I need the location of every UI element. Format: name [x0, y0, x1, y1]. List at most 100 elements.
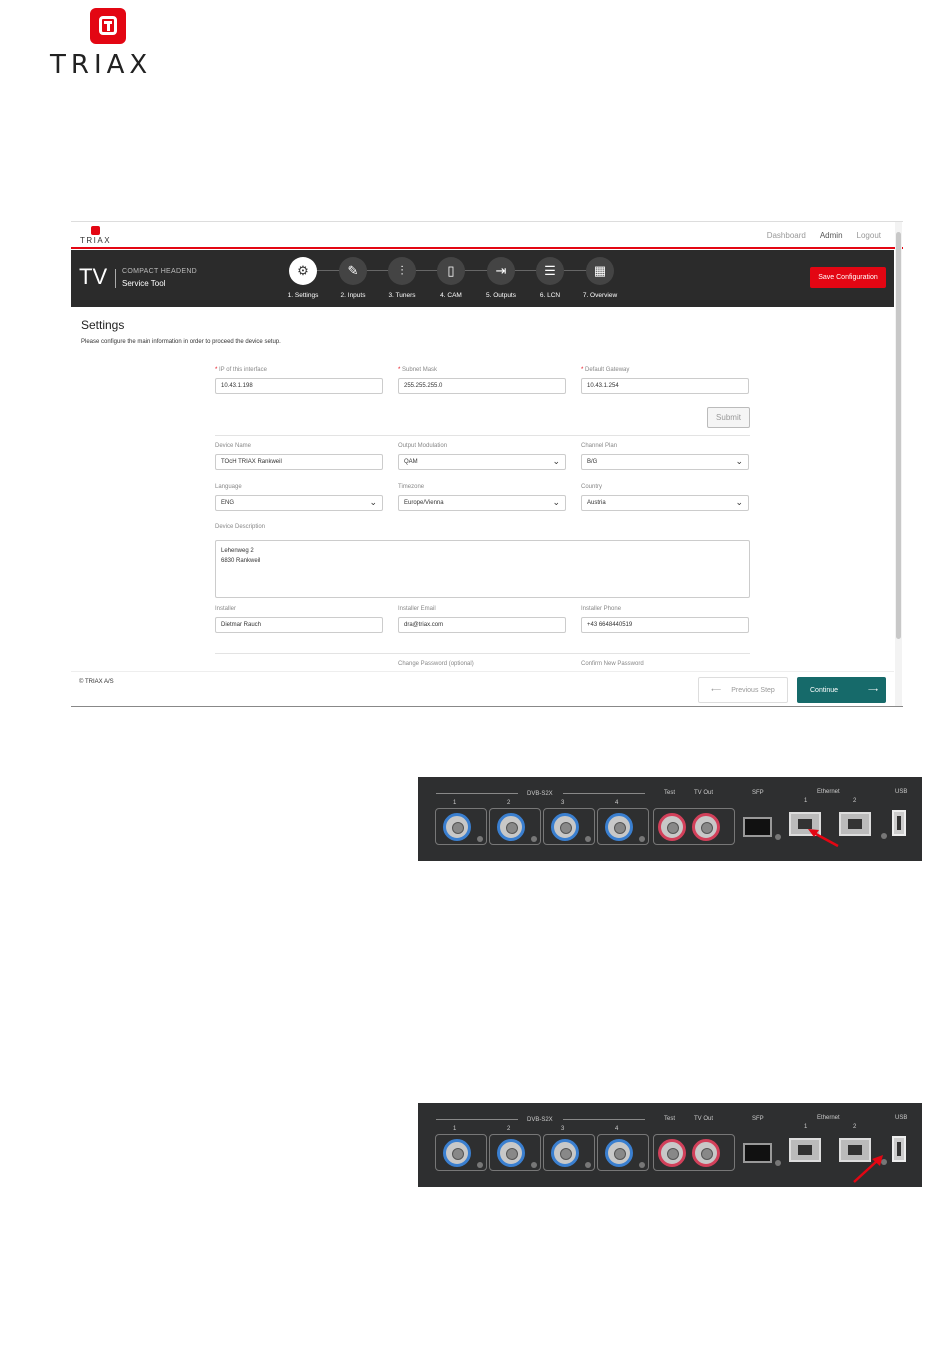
timezone-label: Timezone [398, 484, 425, 490]
product-tv-label: TV [79, 264, 108, 289]
step-outputs[interactable]: ⇥ 5. Outputs [476, 257, 526, 299]
app-header: TV COMPACT HEADEND Service Tool ⚙ 1. Set… [71, 250, 894, 307]
step-lcn[interactable]: ☰ 6. LCN [525, 257, 575, 299]
list-icon: ☰ [536, 257, 564, 285]
step-cam[interactable]: ▯ 4. CAM [426, 257, 476, 299]
dvb-connector [605, 1139, 633, 1167]
port-label: 3 [561, 1126, 565, 1132]
port-label: 4 [615, 800, 619, 806]
dvb-connector [497, 813, 525, 841]
device-panel-usb: DVB-S2X 1 2 3 4 Test TV Out SFP Ethernet… [418, 1103, 922, 1187]
modulation-select[interactable]: QAM [398, 454, 566, 470]
product-name: Service Tool [122, 279, 166, 288]
step-inputs[interactable]: ✎ 2. Inputs [328, 257, 378, 299]
step-label: 1. Settings [287, 292, 319, 299]
gateway-field: * Default Gateway 10.43.1.254 [581, 367, 749, 394]
service-tool-screenshot: TRIAX Dashboard Admin Logout TV COMPACT … [71, 221, 903, 707]
wizard-steps: ⚙ 1. Settings ✎ 2. Inputs ⫶ 3. Tuners ▯ … [283, 257, 623, 305]
ethernet-label: Ethernet [817, 1115, 840, 1121]
port-label: 3 [561, 800, 565, 806]
installer-phone-input[interactable]: +43 6648440519 [581, 617, 749, 633]
top-nav: Dashboard Admin Logout [767, 231, 881, 240]
previous-step-label: Previous Step [731, 686, 775, 694]
step-label: 3. Tuners [388, 292, 416, 299]
language-select[interactable]: ENG [215, 495, 383, 511]
port-label: 1 [453, 1126, 457, 1132]
installer-field: Installer Dietmar Rauch [215, 606, 383, 633]
subnet-field: * Subnet Mask 255.255.255.0 [398, 367, 566, 394]
ip-input[interactable]: 10.43.1.198 [215, 378, 383, 394]
step-label: 6. LCN [539, 292, 561, 299]
plug-icon: ✎ [339, 257, 367, 285]
country-field: Country Austria [581, 484, 749, 511]
dvb-label: DVB-S2X [527, 791, 553, 797]
language-field: Language ENG [215, 484, 383, 511]
eth-port-label: 1 [804, 1124, 808, 1130]
triax-wordmark: TRIAX [50, 50, 153, 80]
grid-icon: ▦ [586, 257, 614, 285]
eth-port-label: 2 [853, 798, 857, 804]
led [585, 836, 591, 842]
logout-link[interactable]: Logout [857, 231, 881, 240]
dvb-connector [551, 1139, 579, 1167]
save-configuration-button[interactable]: Save Configuration [810, 267, 886, 288]
dvb-line-right [563, 1119, 645, 1120]
description-line: Lehenweg 2 [221, 548, 254, 554]
subnet-input[interactable]: 255.255.255.0 [398, 378, 566, 394]
modulation-field: Output Modulation QAM [398, 443, 566, 470]
step-overview[interactable]: ▦ 7. Overview [575, 257, 625, 299]
led [477, 836, 483, 842]
installer-phone-label: Installer Phone [581, 606, 622, 612]
led [477, 1162, 483, 1168]
port-label: 1 [453, 800, 457, 806]
gateway-label: Default Gateway [585, 367, 630, 373]
description-field: Device Description [215, 524, 750, 535]
description-textarea[interactable]: Lehenweg 2 6830 Rankweil [215, 540, 750, 598]
installer-email-field: Installer Email dra@triax.com [398, 606, 566, 633]
previous-step-button[interactable]: ⟵ Previous Step [698, 677, 788, 703]
port-label: 4 [615, 1126, 619, 1132]
header-divider [115, 269, 116, 288]
app-logo[interactable]: TRIAX [80, 226, 114, 246]
eth-port-label: 1 [804, 798, 808, 804]
usb-label: USB [895, 789, 908, 795]
page-title: Settings [81, 318, 125, 332]
country-select[interactable]: Austria [581, 495, 749, 511]
channel-plan-label: Channel Plan [581, 443, 618, 449]
device-panel-ethernet: DVB-S2X 1 2 3 4 Test TV Out SFP Ethernet… [418, 777, 922, 861]
port-label: 2 [507, 1126, 511, 1132]
continue-label: Continue [810, 686, 839, 694]
led [585, 1162, 591, 1168]
product-subtitle: COMPACT HEADEND [122, 268, 198, 275]
usb-label: USB [895, 1115, 908, 1121]
continue-button[interactable]: Continue ⟶ [797, 677, 886, 703]
dvb-label: DVB-S2X [527, 1117, 553, 1123]
ip-label: IP of this interface [219, 367, 267, 373]
dvb-connector [497, 1139, 525, 1167]
scrollbar[interactable] [895, 222, 902, 706]
channel-plan-select[interactable]: B/G [581, 454, 749, 470]
admin-link[interactable]: Admin [820, 231, 843, 240]
dvb-line-right [563, 793, 645, 794]
device-name-input[interactable]: TOcH TRIAX Rankweil [215, 454, 383, 470]
red-arrow-icon [853, 1155, 883, 1183]
step-settings[interactable]: ⚙ 1. Settings [278, 257, 328, 299]
timezone-field: Timezone Europe/Vienna [398, 484, 566, 511]
sfp-label: SFP [752, 1116, 764, 1122]
led [775, 1160, 781, 1166]
step-tuners[interactable]: ⫶ 3. Tuners [377, 257, 427, 299]
arrow-right-icon: ⟶ [867, 687, 878, 694]
app-logo-mark [91, 226, 100, 235]
gateway-input[interactable]: 10.43.1.254 [581, 378, 749, 394]
installer-email-input[interactable]: dra@triax.com [398, 617, 566, 633]
timezone-select[interactable]: Europe/Vienna [398, 495, 566, 511]
app-logo-word: TRIAX [80, 236, 112, 245]
usb-port [892, 810, 906, 836]
submit-button[interactable]: Submit [707, 407, 750, 428]
app-topbar: TRIAX Dashboard Admin Logout [71, 222, 903, 249]
installer-input[interactable]: Dietmar Rauch [215, 617, 383, 633]
scrollbar-thumb[interactable] [896, 232, 901, 639]
tvout-label: TV Out [694, 790, 714, 796]
sliders-icon: ⫶ [388, 257, 416, 285]
dashboard-link[interactable]: Dashboard [767, 231, 806, 240]
